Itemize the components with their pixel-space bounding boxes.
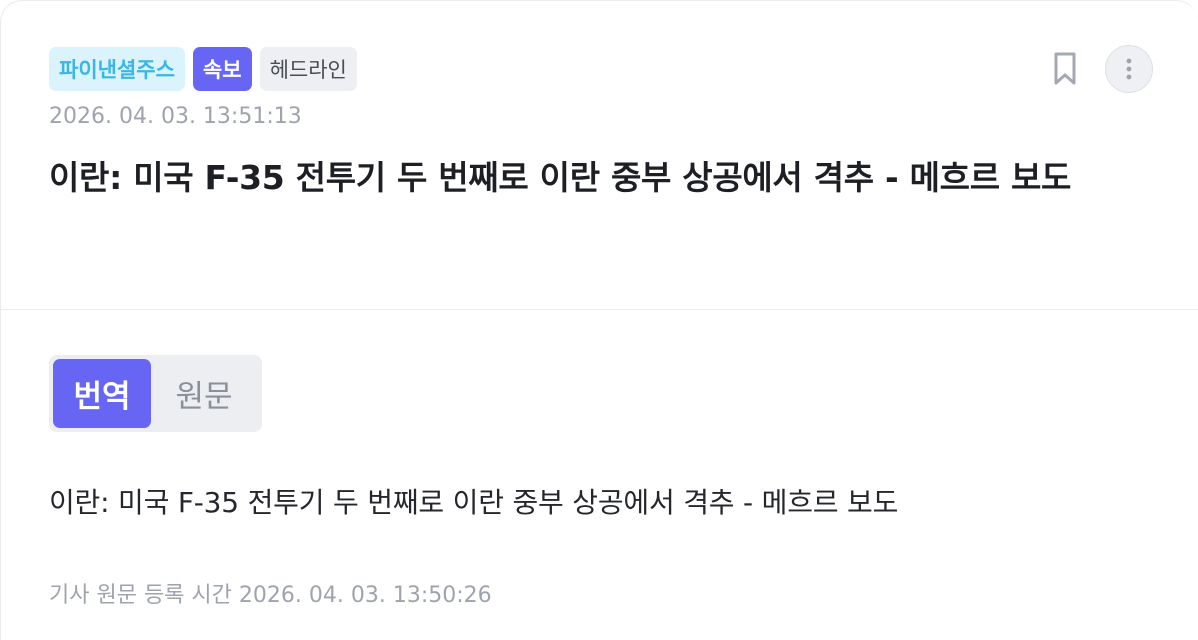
article-header: 파이낸셜주스 속보 헤드라인 (49, 46, 1158, 91)
article-title: 이란: 미국 F-35 전투기 두 번째로 이란 중부 상공에서 격추 - 메흐… (49, 158, 1072, 197)
original-registered-time: 기사 원문 등록 시간 2026. 04. 03. 13:50:26 (49, 583, 492, 608)
bookmark-icon (1054, 52, 1076, 85)
original-tab[interactable]: 원문 (155, 359, 253, 428)
translated-tab[interactable]: 번역 (53, 359, 151, 428)
more-vertical-icon (1126, 58, 1132, 80)
tag-list: 파이낸셜주스 속보 헤드라인 (49, 46, 1158, 91)
article-card: 파이낸셜주스 속보 헤드라인 2026. 04. 03. 13:51:13 이란… (0, 0, 1198, 640)
article-timestamp: 2026. 04. 03. 13:51:13 (49, 104, 302, 129)
breaking-tag: 속보 (192, 46, 252, 91)
bookmark-button[interactable] (1043, 47, 1087, 91)
section-divider (1, 309, 1198, 310)
more-options-button[interactable] (1105, 45, 1153, 93)
article-body: 이란: 미국 F-35 전투기 두 번째로 이란 중부 상공에서 격추 - 메흐… (49, 486, 899, 519)
source-tag[interactable]: 파이낸셜주스 (49, 46, 185, 91)
language-toggle: 번역 원문 (49, 355, 262, 432)
headline-tag: 헤드라인 (259, 46, 357, 91)
